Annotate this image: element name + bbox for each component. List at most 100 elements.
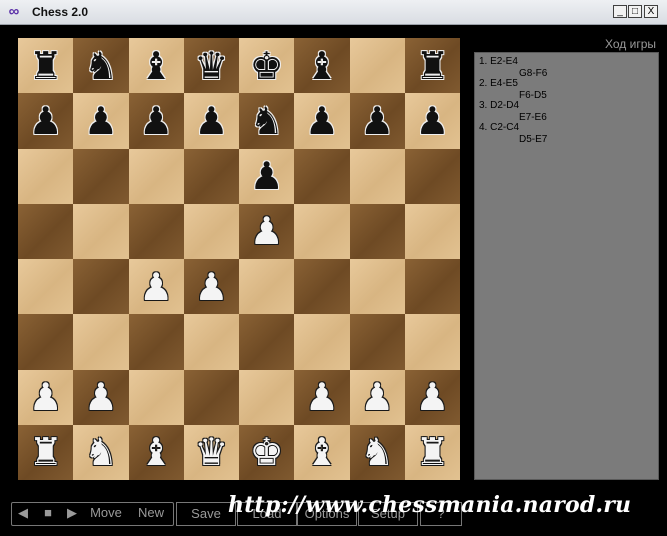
- white-rook-icon[interactable]: ♜: [415, 433, 449, 471]
- square-f4[interactable]: [294, 259, 350, 315]
- square-b5[interactable]: [73, 203, 129, 259]
- square-b1[interactable]: ♞: [73, 424, 129, 480]
- square-b2[interactable]: ♟: [73, 369, 129, 425]
- square-b6[interactable]: [73, 148, 129, 204]
- square-c3[interactable]: [128, 314, 184, 370]
- square-f2[interactable]: ♟: [294, 369, 350, 425]
- square-h7[interactable]: ♟: [404, 93, 460, 149]
- square-e7[interactable]: ♞: [239, 93, 295, 149]
- prev-move-icon[interactable]: ◀: [12, 502, 34, 526]
- square-d7[interactable]: ♟: [183, 93, 239, 149]
- black-knight-icon[interactable]: ♞: [84, 47, 118, 85]
- white-pawn-icon[interactable]: ♟: [139, 268, 173, 306]
- black-rook-icon[interactable]: ♜: [415, 47, 449, 85]
- square-g5[interactable]: [349, 203, 405, 259]
- white-knight-icon[interactable]: ♞: [84, 433, 118, 471]
- square-a3[interactable]: [18, 314, 74, 370]
- square-c2[interactable]: [128, 369, 184, 425]
- square-d1[interactable]: ♛: [183, 424, 239, 480]
- square-e3[interactable]: [239, 314, 295, 370]
- white-pawn-icon[interactable]: ♟: [84, 378, 118, 416]
- square-g6[interactable]: [349, 148, 405, 204]
- square-e5[interactable]: ♟: [239, 203, 295, 259]
- square-e8[interactable]: ♚: [239, 38, 295, 94]
- square-g1[interactable]: ♞: [349, 424, 405, 480]
- black-pawn-icon[interactable]: ♟: [139, 102, 173, 140]
- next-move-icon[interactable]: ▶: [62, 502, 82, 526]
- square-a1[interactable]: ♜: [18, 424, 74, 480]
- square-h2[interactable]: ♟: [404, 369, 460, 425]
- square-c4[interactable]: ♟: [128, 259, 184, 315]
- square-b3[interactable]: [73, 314, 129, 370]
- black-bishop-icon[interactable]: ♝: [139, 47, 173, 85]
- square-h8[interactable]: ♜: [404, 38, 460, 94]
- square-g7[interactable]: ♟: [349, 93, 405, 149]
- black-pawn-icon[interactable]: ♟: [305, 102, 339, 140]
- square-c5[interactable]: [128, 203, 184, 259]
- black-pawn-icon[interactable]: ♟: [250, 157, 284, 195]
- black-pawn-icon[interactable]: ♟: [360, 102, 394, 140]
- square-g2[interactable]: ♟: [349, 369, 405, 425]
- square-e1[interactable]: ♚: [239, 424, 295, 480]
- black-pawn-icon[interactable]: ♟: [29, 102, 63, 140]
- square-h1[interactable]: ♜: [404, 424, 460, 480]
- square-d8[interactable]: ♛: [183, 38, 239, 94]
- save-button[interactable]: Save: [176, 502, 236, 526]
- square-f5[interactable]: [294, 203, 350, 259]
- square-c1[interactable]: ♝: [128, 424, 184, 480]
- square-c8[interactable]: ♝: [128, 38, 184, 94]
- black-pawn-icon[interactable]: ♟: [415, 102, 449, 140]
- square-b4[interactable]: [73, 259, 129, 315]
- black-knight-icon[interactable]: ♞: [250, 102, 284, 140]
- square-h6[interactable]: [404, 148, 460, 204]
- white-pawn-icon[interactable]: ♟: [194, 268, 228, 306]
- square-a7[interactable]: ♟: [18, 93, 74, 149]
- white-rook-icon[interactable]: ♜: [29, 433, 63, 471]
- white-pawn-icon[interactable]: ♟: [305, 378, 339, 416]
- square-a4[interactable]: [18, 259, 74, 315]
- square-b7[interactable]: ♟: [73, 93, 129, 149]
- square-d2[interactable]: [183, 369, 239, 425]
- square-g8[interactable]: [349, 38, 405, 94]
- white-pawn-icon[interactable]: ♟: [29, 378, 63, 416]
- square-c6[interactable]: [128, 148, 184, 204]
- square-g3[interactable]: [349, 314, 405, 370]
- close-button[interactable]: X: [644, 5, 658, 18]
- square-f8[interactable]: ♝: [294, 38, 350, 94]
- white-pawn-icon[interactable]: ♟: [360, 378, 394, 416]
- square-d5[interactable]: [183, 203, 239, 259]
- white-queen-icon[interactable]: ♛: [194, 433, 228, 471]
- square-d3[interactable]: [183, 314, 239, 370]
- square-h4[interactable]: [404, 259, 460, 315]
- black-pawn-icon[interactable]: ♟: [194, 102, 228, 140]
- square-f6[interactable]: [294, 148, 350, 204]
- black-pawn-icon[interactable]: ♟: [84, 102, 118, 140]
- square-d4[interactable]: ♟: [183, 259, 239, 315]
- square-a5[interactable]: [18, 203, 74, 259]
- square-e2[interactable]: [239, 369, 295, 425]
- white-bishop-icon[interactable]: ♝: [139, 433, 173, 471]
- square-e6[interactable]: ♟: [239, 148, 295, 204]
- square-f7[interactable]: ♟: [294, 93, 350, 149]
- square-d6[interactable]: [183, 148, 239, 204]
- square-g4[interactable]: [349, 259, 405, 315]
- square-c7[interactable]: ♟: [128, 93, 184, 149]
- square-a2[interactable]: ♟: [18, 369, 74, 425]
- white-bishop-icon[interactable]: ♝: [305, 433, 339, 471]
- black-bishop-icon[interactable]: ♝: [305, 47, 339, 85]
- white-pawn-icon[interactable]: ♟: [415, 378, 449, 416]
- white-pawn-icon[interactable]: ♟: [250, 212, 284, 250]
- square-f3[interactable]: [294, 314, 350, 370]
- black-queen-icon[interactable]: ♛: [194, 47, 228, 85]
- new-button[interactable]: New: [130, 502, 172, 526]
- square-f1[interactable]: ♝: [294, 424, 350, 480]
- black-king-icon[interactable]: ♚: [250, 47, 284, 85]
- white-knight-icon[interactable]: ♞: [360, 433, 394, 471]
- stop-icon[interactable]: ■: [37, 502, 59, 526]
- square-e4[interactable]: [239, 259, 295, 315]
- square-a8[interactable]: ♜: [18, 38, 74, 94]
- square-h3[interactable]: [404, 314, 460, 370]
- square-h5[interactable]: [404, 203, 460, 259]
- move-button[interactable]: Move: [84, 502, 128, 526]
- black-rook-icon[interactable]: ♜: [29, 47, 63, 85]
